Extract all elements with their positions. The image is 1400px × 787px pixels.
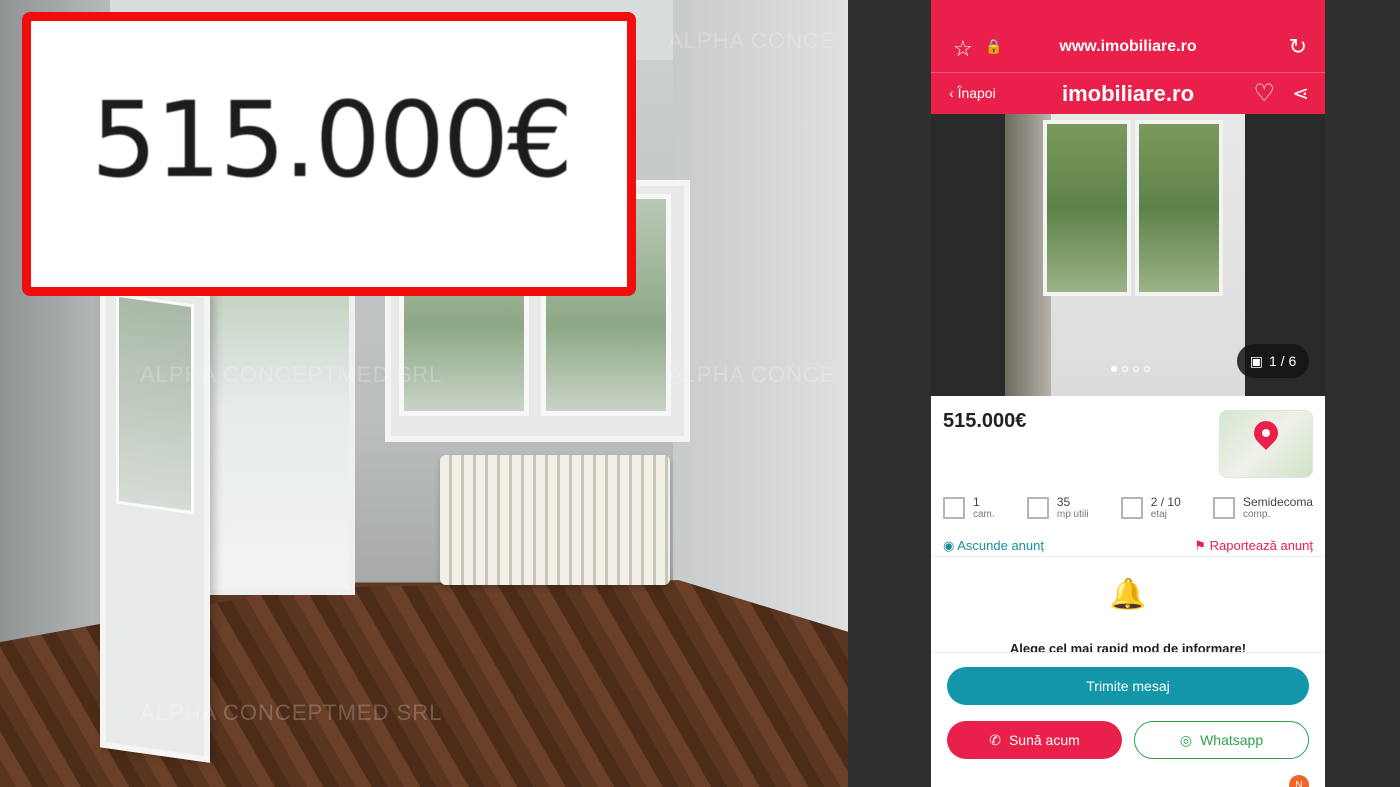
- gallery-dot[interactable]: [1111, 366, 1117, 372]
- map-pin-icon: [1249, 416, 1283, 450]
- radiator: [440, 455, 670, 585]
- report-ad-link[interactable]: ⚑ Raportează anunț: [1194, 538, 1313, 554]
- watermark: ALPHA CONCEPTMED SRL: [140, 362, 443, 387]
- listing-actions: ◉ Ascunde anunț ⚑ Raportează anunț: [943, 538, 1313, 554]
- balcony-doorway: [195, 285, 355, 595]
- whatsapp-button[interactable]: ◎ Whatsapp: [1134, 721, 1309, 759]
- window-glass: [1043, 120, 1131, 296]
- spec-area: 35 mp utili: [1026, 496, 1089, 520]
- site-header: ‹ Înapoi imobiliare.ro ♡ ⋖: [931, 72, 1325, 114]
- rooms-icon: [943, 497, 965, 519]
- share-icon[interactable]: ⋖: [1292, 81, 1309, 106]
- flag-icon: ⚑: [1194, 538, 1207, 553]
- spec-list: 1 cam. 35 mp utili 2 / 10 etaj Semidecoma co…: [943, 496, 1313, 520]
- spec-floor: 2 / 10 etaj: [1120, 496, 1181, 520]
- watermark: ALPHA CONCE: [668, 362, 836, 387]
- photo-gallery[interactable]: ▣ 1 / 6: [931, 114, 1325, 396]
- phone-screen: ☆ 🔒 www.imobiliare.ro ↻ ‹ Înapoi imobili…: [931, 0, 1325, 787]
- window-glass: [1135, 120, 1223, 296]
- listing-price: 515.000€: [943, 410, 1027, 432]
- image-icon: ▣: [1249, 352, 1263, 369]
- composite-screenshot: ALPHA CONCE ALPHA CONCEPTMED SRL ALPHA C…: [0, 0, 1400, 787]
- call-now-button[interactable]: ✆ Sună acum: [947, 721, 1122, 759]
- reload-icon[interactable]: ↻: [1289, 34, 1307, 60]
- gallery-dot[interactable]: [1133, 366, 1139, 372]
- spec-rooms: 1 cam.: [943, 496, 995, 520]
- whatsapp-icon: ◎: [1179, 731, 1193, 748]
- area-icon: [1026, 497, 1049, 519]
- building-icon: [1120, 497, 1143, 519]
- price-callout: 515.000€: [22, 12, 636, 296]
- notify-section: 🔔 Alege cel mai rapid mod de informare!: [931, 556, 1325, 656]
- gallery-dots: [1111, 366, 1150, 372]
- listing-summary: 515.000€ 1 cam. 35 mp utili 2 / 10 etaj Sem…: [931, 396, 1325, 556]
- layout-icon: [1212, 497, 1235, 519]
- gallery-photo[interactable]: [1005, 114, 1245, 396]
- eye-icon: ◉: [943, 538, 955, 553]
- map-thumbnail[interactable]: [1219, 410, 1313, 478]
- callout-price: 515.000€: [91, 79, 573, 201]
- spec-layout: Semidecoma comp.: [1212, 496, 1313, 520]
- send-message-button[interactable]: Trimite mesaj: [947, 667, 1309, 705]
- gallery-dot[interactable]: [1144, 366, 1150, 372]
- contact-buttons: Trimite mesaj ✆ Sună acum ◎ Whatsapp N: [931, 652, 1325, 787]
- open-door: [100, 277, 210, 763]
- wall-right: [673, 0, 848, 680]
- watermark: ALPHA CONCE: [668, 28, 836, 53]
- hide-ad-link[interactable]: ◉ Ascunde anunț: [943, 538, 1044, 554]
- browser-bar: ☆ 🔒 www.imobiliare.ro ↻: [931, 0, 1325, 72]
- notification-badge: N: [1289, 775, 1309, 787]
- photo-counter-text: 1 / 6: [1268, 353, 1297, 369]
- gallery-dot[interactable]: [1122, 366, 1128, 372]
- phone-icon: ✆: [989, 731, 1001, 748]
- photo-counter[interactable]: ▣ 1 / 6: [1237, 344, 1309, 378]
- favorite-heart-icon[interactable]: ♡: [1253, 79, 1275, 108]
- bell-icon: 🔔: [1109, 578, 1147, 611]
- door-glass: [116, 293, 194, 515]
- watermark: ALPHA CONCEPTMED SRL: [140, 700, 443, 725]
- url-text[interactable]: www.imobiliare.ro: [931, 38, 1325, 56]
